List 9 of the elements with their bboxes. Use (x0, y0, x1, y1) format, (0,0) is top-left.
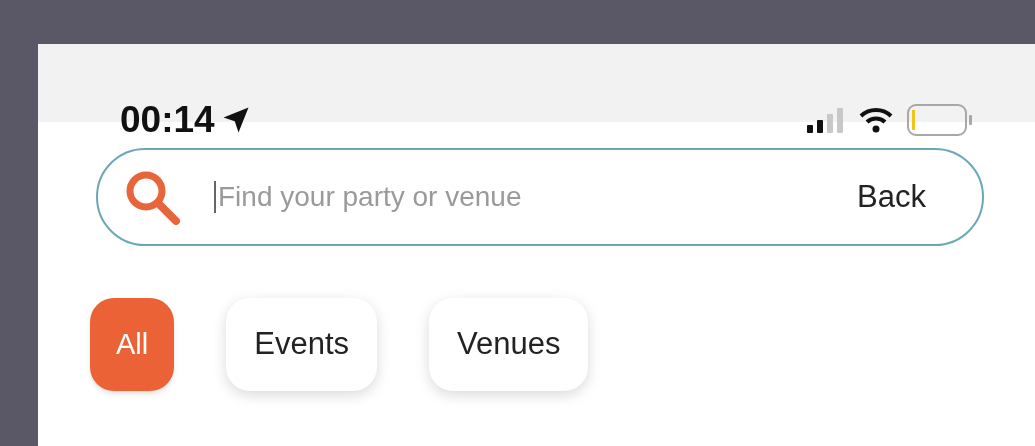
search-input[interactable]: Find your party or venue (218, 176, 858, 218)
clock-time: 00:14 (120, 101, 215, 138)
search-field[interactable]: Find your party or venue Back (96, 148, 984, 246)
battery-icon (907, 104, 973, 136)
wifi-icon (859, 107, 893, 133)
filter-chip[interactable]: Events (226, 298, 377, 391)
back-button[interactable]: Back (857, 173, 926, 221)
filter-chip[interactable]: Venues (429, 298, 589, 391)
signal-icon (807, 107, 845, 133)
